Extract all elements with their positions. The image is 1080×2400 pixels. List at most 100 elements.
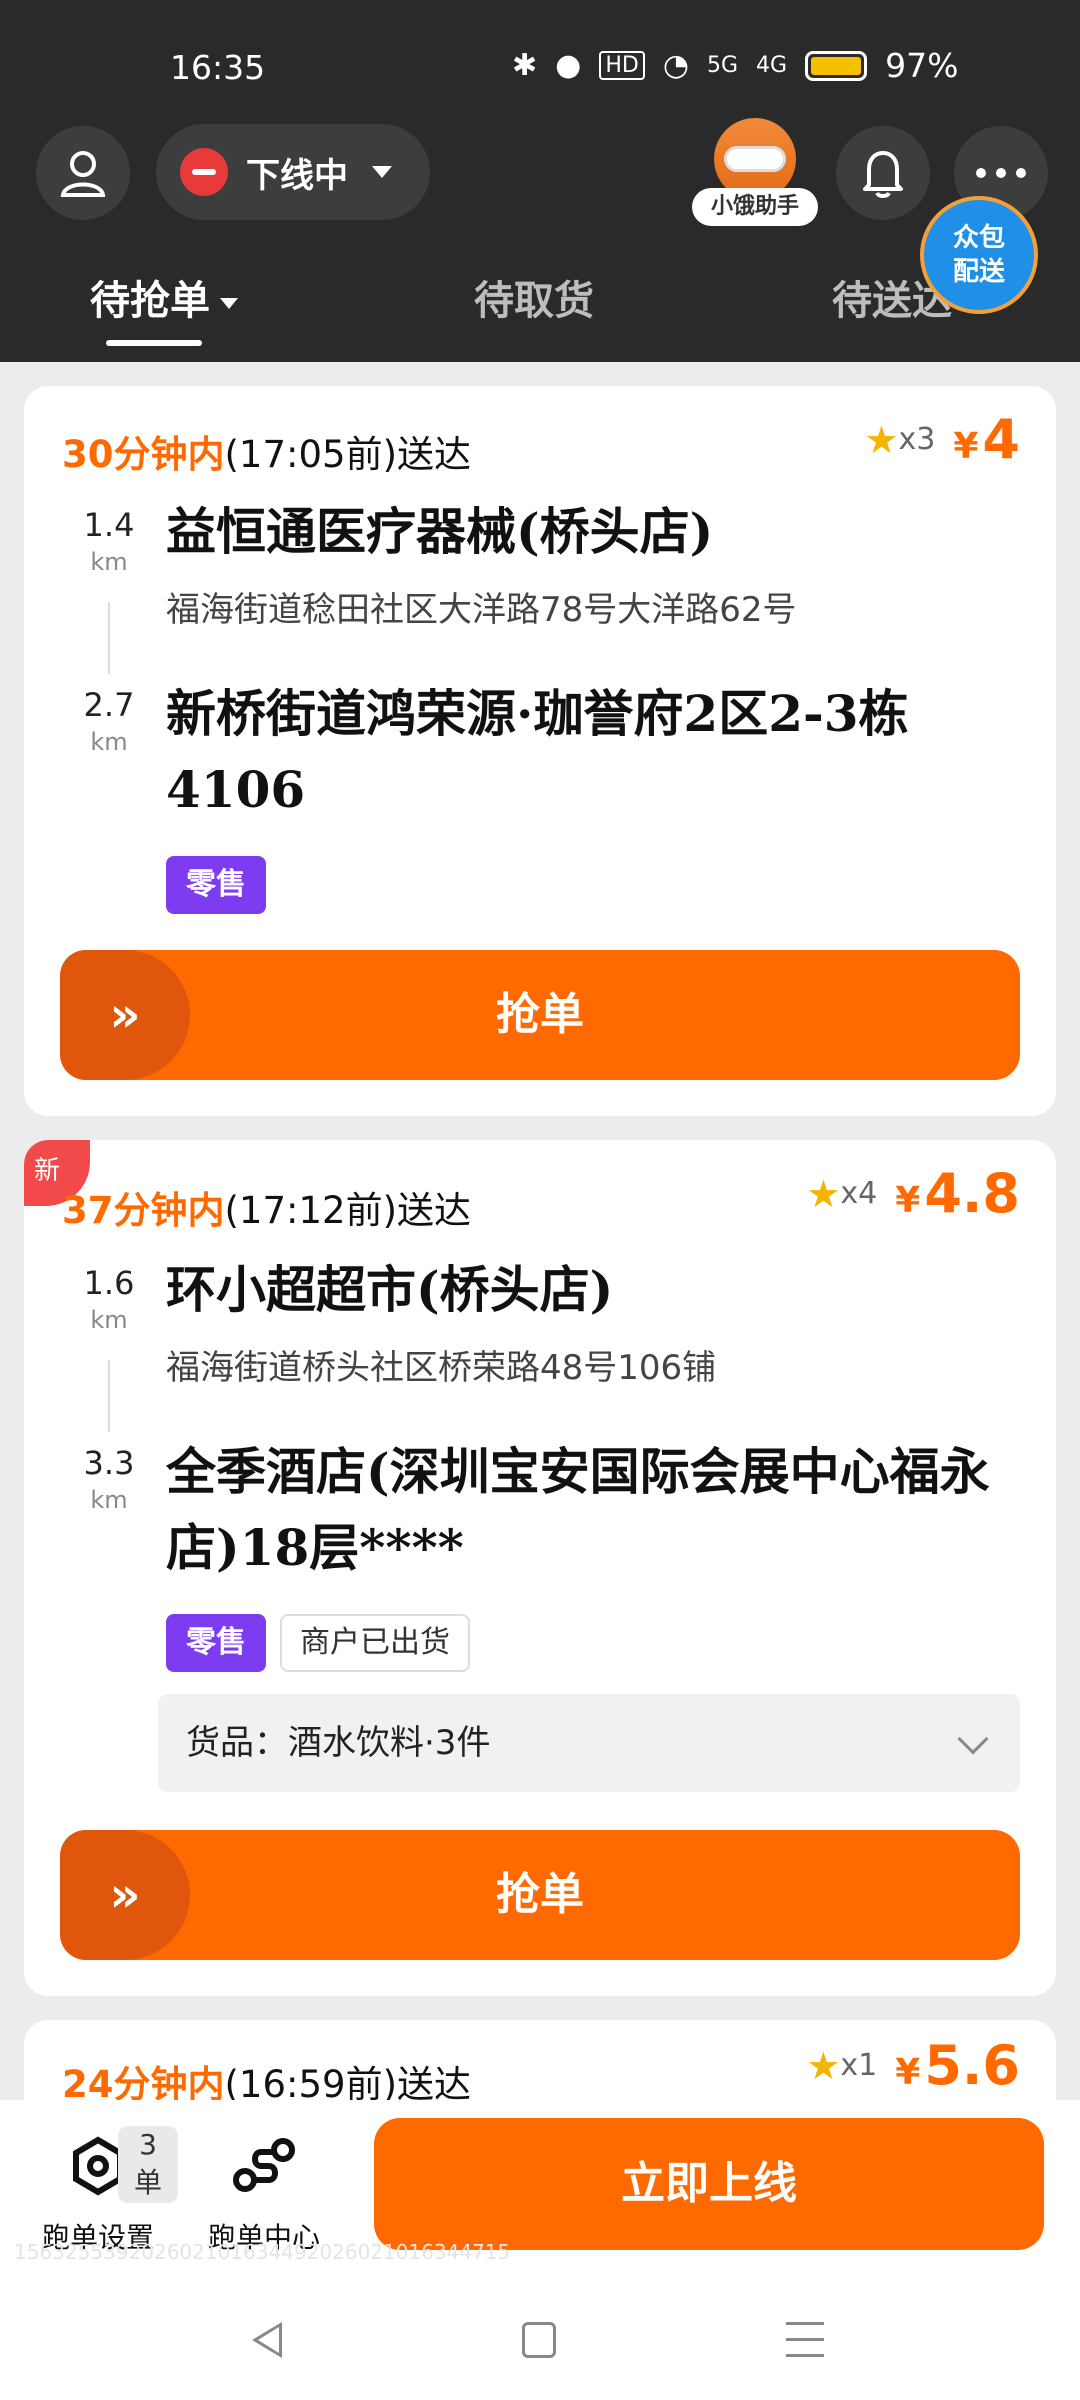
assistant-visor [724, 146, 786, 172]
profile-button[interactable] [36, 126, 130, 220]
order-price: ¥5.6 [895, 2034, 1020, 2097]
distance-unit: km [90, 1486, 128, 1514]
price-amount: 4.8 [924, 1162, 1020, 1225]
hd-icon: HD [599, 51, 645, 80]
order-card: 新 37分钟内(17:12前)送达 ★ x4 ¥4.8 1.6 km 环小超超市(… [24, 1140, 1056, 1996]
pickup-distance: 1.6 km [64, 1264, 154, 1334]
grab-label: 抢单 [496, 1869, 584, 1920]
distance-unit: km [90, 548, 128, 576]
tab-pending-grab[interactable]: 待抢单 [90, 268, 238, 326]
star-icon: ★ [864, 417, 899, 462]
distance-unit: km [90, 1306, 128, 1334]
watermark-id: 156325539202602101634492026021016344715 [14, 2240, 511, 2264]
reward-info: ★ x3 ¥4 [864, 408, 1020, 471]
grab-order-button[interactable]: 抢单 » [60, 950, 1020, 1080]
signal-5g-icon: 5G [707, 53, 739, 78]
go-online-button[interactable]: 立即上线 [374, 2118, 1044, 2250]
reward-info: ★ x4 ¥4.8 [806, 1162, 1020, 1225]
double-chevron-right-icon: » [60, 950, 190, 1080]
chevron-down-icon [220, 297, 238, 309]
online-status-toggle[interactable]: 下线中 [156, 124, 430, 220]
order-center-button[interactable]: 跑单中心 [184, 2130, 344, 2256]
location-icon: ● [555, 48, 582, 83]
star-count: x3 [898, 422, 936, 457]
delivery-deadline: (17:05前)送达 [224, 433, 472, 476]
assistant-label: 小饿助手 [692, 188, 818, 226]
star-count: x1 [840, 2048, 878, 2083]
order-count-badge: 3单 [118, 2126, 178, 2203]
drop-distance: 3.3 km [64, 1444, 154, 1514]
pickup-name: 环小超超市(桥头店) [166, 1260, 614, 1319]
user-icon [60, 151, 106, 197]
route-line [108, 1360, 110, 1432]
drop-address: 新桥街道鸿荣源·珈誉府2区2-3栋 4106 [166, 684, 909, 819]
offline-icon [180, 148, 228, 196]
tab-label: 待抢单 [90, 278, 210, 324]
delivery-minutes: 37分钟内 [62, 1189, 225, 1232]
distance-value: 2.7 [83, 686, 135, 724]
bottom-bar: 跑单设置 3单 跑单中心 立即上线 1563255392026021016344… [0, 2100, 1080, 2400]
active-tab-indicator [106, 340, 202, 346]
status-time: 16:35 [170, 48, 266, 87]
order-price: ¥4 [953, 408, 1020, 471]
double-chevron-right-icon: » [60, 1830, 190, 1960]
tab-pending-pickup[interactable]: 待取货 [474, 268, 594, 326]
route-icon [228, 2130, 300, 2202]
more-icon [976, 168, 1026, 178]
star-icon: ★ [806, 2043, 841, 2088]
retail-tag: 零售 [166, 856, 266, 914]
pickup-name: 益恒通医疗器械(桥头店) [166, 502, 714, 561]
bell-icon [863, 151, 903, 198]
star-count: x4 [840, 1176, 878, 1211]
goods-summary[interactable]: 货品：酒水饮料·3件 [158, 1694, 1020, 1792]
battery-percent: 97% [885, 46, 959, 85]
distance-value: 1.6 [83, 1264, 135, 1302]
order-price: ¥4.8 [895, 1162, 1020, 1225]
assistant-button[interactable]: 小饿助手 [692, 118, 818, 228]
drop-distance: 2.7 km [64, 686, 154, 756]
retail-tag: 零售 [166, 1614, 266, 1672]
status-bar: 16:35 ✱ ● HD ◔ 5G 4G 97% [0, 44, 1080, 94]
grab-label: 抢单 [496, 989, 584, 1040]
delivery-time: 30分钟内(17:05前)送达 [62, 424, 471, 478]
crowd-delivery-badge[interactable]: 众包 配送 [920, 196, 1038, 314]
system-nav-bar [0, 2300, 1080, 2400]
drop-address: 全季酒店(深圳宝安国际会展中心福永店)18层**** [166, 1442, 990, 1577]
battery-icon [805, 50, 868, 81]
distance-value: 3.3 [83, 1444, 135, 1482]
order-settings-button[interactable]: 跑单设置 3单 [18, 2126, 178, 2256]
delivery-minutes: 30分钟内 [62, 433, 225, 476]
distance-value: 1.4 [83, 506, 135, 544]
notification-button[interactable] [836, 126, 930, 220]
route-line [108, 602, 110, 674]
signal-4g-icon: 4G [756, 53, 788, 78]
header-row: 下线中 小饿助手 [0, 118, 1080, 226]
crowd-delivery-label: 众包 配送 [952, 223, 1005, 287]
top-header: 16:35 ✱ ● HD ◔ 5G 4G 97% 下线中 小饿助手 待抢单 待取… [0, 0, 1080, 362]
price-amount: 5.6 [924, 2034, 1020, 2097]
bluetooth-icon: ✱ [512, 48, 538, 83]
back-icon[interactable] [252, 2322, 282, 2358]
pickup-address: 福海街道稔田社区大洋路78号大洋路62号 [166, 590, 797, 630]
goods-text: 货品：酒水饮料·3件 [186, 1723, 491, 1763]
wifi-icon: ◔ [662, 48, 689, 83]
shipped-tag: 商户已出货 [280, 1614, 470, 1672]
distance-unit: km [90, 728, 128, 756]
recents-icon[interactable] [786, 2322, 824, 2358]
grab-order-button[interactable]: 抢单 » [60, 1830, 1020, 1960]
pickup-distance: 1.4 km [64, 506, 154, 576]
currency: ¥ [895, 1180, 921, 1221]
currency: ¥ [953, 426, 979, 467]
star-icon: ★ [806, 1171, 841, 1216]
price-amount: 4 [982, 408, 1020, 471]
status-icons: ✱ ● HD ◔ 5G 4G 97% [512, 46, 958, 85]
home-icon[interactable] [522, 2322, 556, 2358]
delivery-time: 37分钟内(17:12前)送达 [62, 1180, 471, 1234]
chevron-down-icon [957, 1723, 989, 1755]
pickup-address: 福海街道桥头社区桥荣路48号106铺 [166, 1348, 717, 1388]
order-tabs: 待抢单 待取货 待送达 [0, 268, 1080, 348]
online-status-label: 下线中 [246, 155, 348, 196]
chevron-down-icon [372, 166, 392, 178]
order-card: 30分钟内(17:05前)送达 ★ x3 ¥4 1.4 km 益恒通医疗器械(桥头… [24, 386, 1056, 1116]
delivery-deadline: (17:12前)送达 [224, 1189, 472, 1232]
